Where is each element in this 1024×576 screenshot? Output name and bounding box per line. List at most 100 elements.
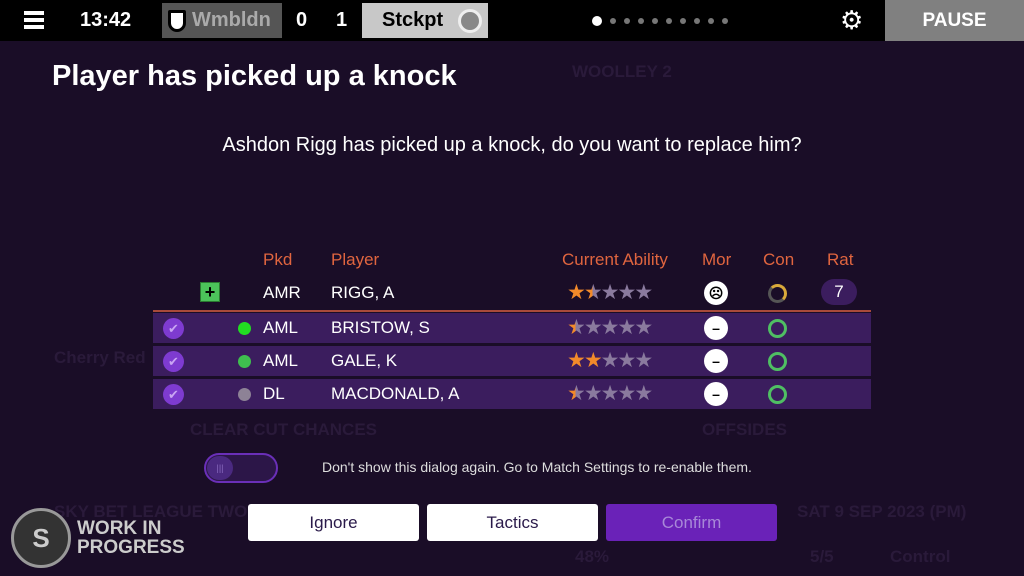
dont-show-toggle[interactable]: ||| [204, 453, 278, 483]
bg-date: SAT 9 SEP 2023 (PM) [797, 502, 967, 521]
dialog-title: Player has picked up a knock [52, 60, 457, 92]
check-icon[interactable]: ✔ [163, 318, 184, 339]
col-ability: Current Ability [562, 250, 668, 269]
dialog-message: Ashdon Rigg has picked up a knock, do yo… [222, 134, 802, 156]
watermark-line1: WORK IN [77, 518, 162, 539]
player-name: BRISTOW, S [331, 318, 430, 337]
rating-badge: 7 [821, 279, 857, 305]
gear-icon[interactable]: ⚙ [840, 6, 863, 34]
star-icon: ★ [634, 349, 653, 372]
star-icon: ★ [634, 316, 653, 339]
watermark: S WORK IN PROGRESS [11, 508, 185, 568]
star-icon: ★ [567, 281, 586, 304]
col-rating: Rat [827, 250, 854, 269]
bg-control: Control [890, 547, 951, 566]
divider [153, 310, 871, 312]
col-pkd: Pkd [263, 250, 293, 269]
replacement-row[interactable]: ✔ DL MACDONALD, A ★★★★★ – [153, 379, 871, 409]
sports-interactive-logo: S [11, 508, 71, 568]
tactics-button[interactable]: Tactics [427, 504, 598, 541]
player-name: MACDONALD, A [331, 384, 460, 403]
page-dot[interactable] [694, 18, 700, 24]
star-icon: ★ [600, 316, 620, 339]
status-dot [238, 355, 251, 368]
star-icon: ★ [617, 382, 636, 405]
star-icon: ★ [600, 281, 620, 304]
bg-stat: OFFSIDES [702, 420, 788, 439]
star-icon: ★ [583, 382, 603, 405]
star-icon: ★ [634, 281, 653, 304]
condition-icon [768, 385, 787, 404]
bg-stadium: Cherry Red [54, 348, 146, 367]
star-icon: ★ [634, 382, 653, 405]
star-icon: ★ [567, 382, 586, 405]
star-icon: ★ [583, 316, 603, 339]
star-icon: ★ [600, 382, 620, 405]
page-indicator[interactable] [592, 16, 728, 26]
page-dot[interactable] [610, 18, 616, 24]
ability-stars: ★★★★★ [567, 280, 653, 305]
confirm-button[interactable]: Confirm [606, 504, 777, 541]
check-icon[interactable]: ✔ [163, 384, 184, 405]
status-dot [238, 322, 251, 335]
home-team-name: Wmbldn [192, 9, 271, 31]
ability-stars: ★★★★★ [567, 348, 653, 373]
home-crest-icon [168, 10, 186, 32]
condition-icon [768, 319, 787, 338]
away-team: Stckpt [362, 3, 488, 38]
star-icon: ★ [567, 316, 586, 339]
star-icon: ★ [617, 281, 636, 304]
bg-subs: 5/5 [810, 547, 834, 566]
star-icon: ★ [600, 349, 620, 372]
page-dot[interactable] [624, 18, 630, 24]
ability-stars: ★★★★★ [567, 381, 653, 406]
home-score: 0 [296, 9, 308, 31]
col-condition: Con [763, 250, 795, 269]
ability-stars: ★★★★★ [567, 315, 653, 340]
bg-scorer: WOOLLEY 2 [572, 62, 672, 81]
morale-neutral-icon: – [704, 382, 728, 406]
star-icon: ★ [583, 349, 603, 372]
player-name: GALE, K [331, 351, 398, 370]
away-crest-icon [458, 9, 482, 33]
condition-icon [768, 284, 787, 303]
morale-neutral-icon: – [704, 316, 728, 340]
away-score: 1 [336, 9, 348, 31]
page-dot[interactable] [652, 18, 658, 24]
ignore-button[interactable]: Ignore [248, 504, 419, 541]
watermark-line2: PROGRESS [77, 537, 185, 558]
home-team: Wmbldn [162, 3, 282, 38]
toggle-knob[interactable]: ||| [207, 456, 233, 480]
page-dot[interactable] [666, 18, 672, 24]
status-dot [238, 388, 251, 401]
page-dot[interactable] [722, 18, 728, 24]
replacement-row[interactable]: ✔ AML GALE, K ★★★★★ – [153, 346, 871, 376]
star-icon: ★ [617, 316, 636, 339]
condition-icon [768, 352, 787, 371]
top-bar [0, 0, 1024, 41]
dont-show-text: Don't show this dialog again. Go to Matc… [322, 459, 752, 475]
star-icon: ★ [583, 281, 603, 304]
page-dot[interactable] [592, 16, 602, 26]
menu-icon[interactable] [24, 11, 44, 29]
position: AMR [263, 283, 301, 302]
morale-neutral-icon: – [704, 349, 728, 373]
pause-button[interactable]: PAUSE [885, 0, 1024, 41]
page-dot[interactable] [638, 18, 644, 24]
injured-player-row: + AMR RIGG, A ★★★★★ ☹ 7 [153, 278, 871, 308]
position: AML [263, 351, 298, 370]
injury-icon: + [200, 282, 220, 302]
replacement-row[interactable]: ✔ AML BRISTOW, S ★★★★★ – [153, 313, 871, 343]
col-player: Player [331, 250, 380, 269]
bg-stat: CLEAR CUT CHANCES [190, 420, 377, 439]
check-icon[interactable]: ✔ [163, 351, 184, 372]
position: AML [263, 318, 298, 337]
position: DL [263, 384, 285, 403]
page-dot[interactable] [708, 18, 714, 24]
match-clock: 13:42 [80, 9, 132, 31]
star-icon: ★ [567, 349, 586, 372]
player-name: RIGG, A [331, 283, 395, 302]
page-dot[interactable] [680, 18, 686, 24]
bg-possession: 48% [575, 547, 610, 566]
morale-sad-icon: ☹ [704, 281, 728, 305]
